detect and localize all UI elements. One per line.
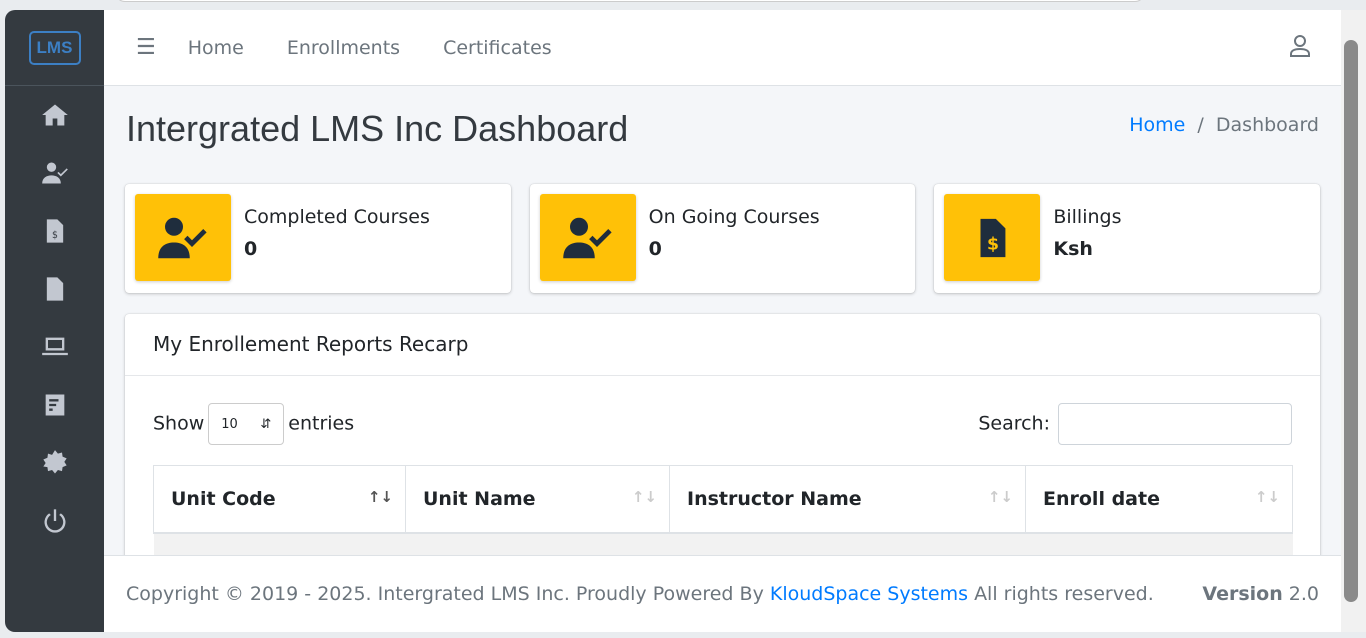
search-input[interactable] [1058, 403, 1292, 445]
entries-select[interactable]: 10 ⇵ [208, 403, 284, 445]
breadcrumb-home[interactable]: Home [1129, 114, 1185, 136]
nav-home[interactable]: Home [188, 37, 244, 59]
sidebar-item-certificates[interactable] [5, 434, 104, 492]
sort-icon: ↑↓ [1255, 488, 1280, 506]
breadcrumb-current: Dashboard [1216, 114, 1319, 136]
nav-certificates[interactable]: Certificates [443, 37, 552, 59]
sidebar-item-enrollments[interactable] [5, 144, 104, 202]
info-box-value: Ksh [1053, 238, 1121, 260]
info-box-completed: Completed Courses 0 [125, 184, 511, 293]
invoice-icon: $ [41, 217, 69, 245]
show-label: Show [153, 413, 204, 435]
breadcrumb: Home / Dashboard [1129, 114, 1319, 184]
version-value: 2.0 [1289, 583, 1319, 605]
sidebar-item-home[interactable] [5, 86, 104, 144]
card-title: My Enrollement Reports Recarp [125, 314, 1320, 376]
user-check-icon [156, 215, 210, 261]
sort-asc-icon: ↑↓ [368, 488, 393, 506]
info-box-label: On Going Courses [649, 206, 820, 228]
page-title: Intergrated LMS Inc Dashboard [126, 108, 628, 184]
entries-value: 10 [221, 417, 238, 432]
certificate-icon [41, 449, 69, 477]
sidebar-item-courses[interactable] [5, 318, 104, 376]
enrollment-table: Unit Code↑↓ Unit Name↑↓ Instructor Name↑… [153, 465, 1293, 563]
powered-by-link[interactable]: KloudSpace Systems [770, 583, 968, 605]
info-box-ongoing: On Going Courses 0 [530, 184, 916, 293]
column-instructor-name[interactable]: Instructor Name↑↓ [670, 466, 1026, 533]
info-box-label: Completed Courses [244, 206, 430, 228]
sidebar-item-billing[interactable]: $ [5, 202, 104, 260]
sort-icon: ↑↓ [632, 488, 657, 506]
scrollbar-thumb[interactable] [1344, 40, 1358, 602]
home-icon [41, 101, 69, 129]
breadcrumb-separator: / [1197, 114, 1203, 136]
footer: Copyright © 2019 - 2025. Intergrated LMS… [104, 555, 1341, 632]
sidebar-item-logout[interactable] [5, 492, 104, 550]
info-box-value: 0 [244, 238, 430, 260]
sort-icon: ↑↓ [988, 488, 1013, 506]
svg-text:$: $ [52, 230, 58, 241]
menu-toggle-icon[interactable]: ☰ [136, 35, 156, 60]
column-enroll-date[interactable]: Enroll date↑↓ [1026, 466, 1293, 533]
user-check-icon [41, 159, 69, 187]
sidebar: LMS $ [5, 10, 104, 632]
enrollment-report-card: My Enrollement Reports Recarp Show 10 ⇵ ent… [125, 314, 1320, 574]
sidebar-item-documents[interactable] [5, 260, 104, 318]
rights-text: All rights reserved. [974, 583, 1154, 605]
entries-label: entries [288, 413, 354, 435]
column-unit-code[interactable]: Unit Code↑↓ [154, 466, 406, 533]
search-label: Search: [978, 413, 1050, 435]
address-bar[interactable] [115, 0, 1145, 2]
version-label: Version [1202, 583, 1282, 605]
power-icon [41, 507, 69, 535]
user-icon[interactable] [1289, 34, 1311, 58]
logo[interactable]: LMS [5, 10, 104, 86]
sidebar-item-reports[interactable] [5, 376, 104, 434]
select-arrows-icon: ⇵ [260, 417, 271, 432]
report-icon [41, 391, 69, 419]
column-unit-name[interactable]: Unit Name↑↓ [406, 466, 670, 533]
file-icon [41, 275, 69, 303]
info-box-label: Billings [1053, 206, 1121, 228]
user-check-icon [561, 215, 615, 261]
copyright-text: Copyright © 2019 - 2025. Intergrated LMS… [126, 583, 764, 605]
lms-logo: LMS [29, 31, 81, 65]
nav-enrollments[interactable]: Enrollments [287, 37, 400, 59]
top-navbar: ☰ Home Enrollments Certificates [104, 10, 1341, 86]
info-box-value: 0 [649, 238, 820, 260]
info-box-billings: $ Billings Ksh [934, 184, 1320, 293]
invoice-dollar-icon: $ [965, 215, 1019, 261]
laptop-code-icon [41, 333, 69, 361]
svg-text:$: $ [987, 234, 999, 254]
